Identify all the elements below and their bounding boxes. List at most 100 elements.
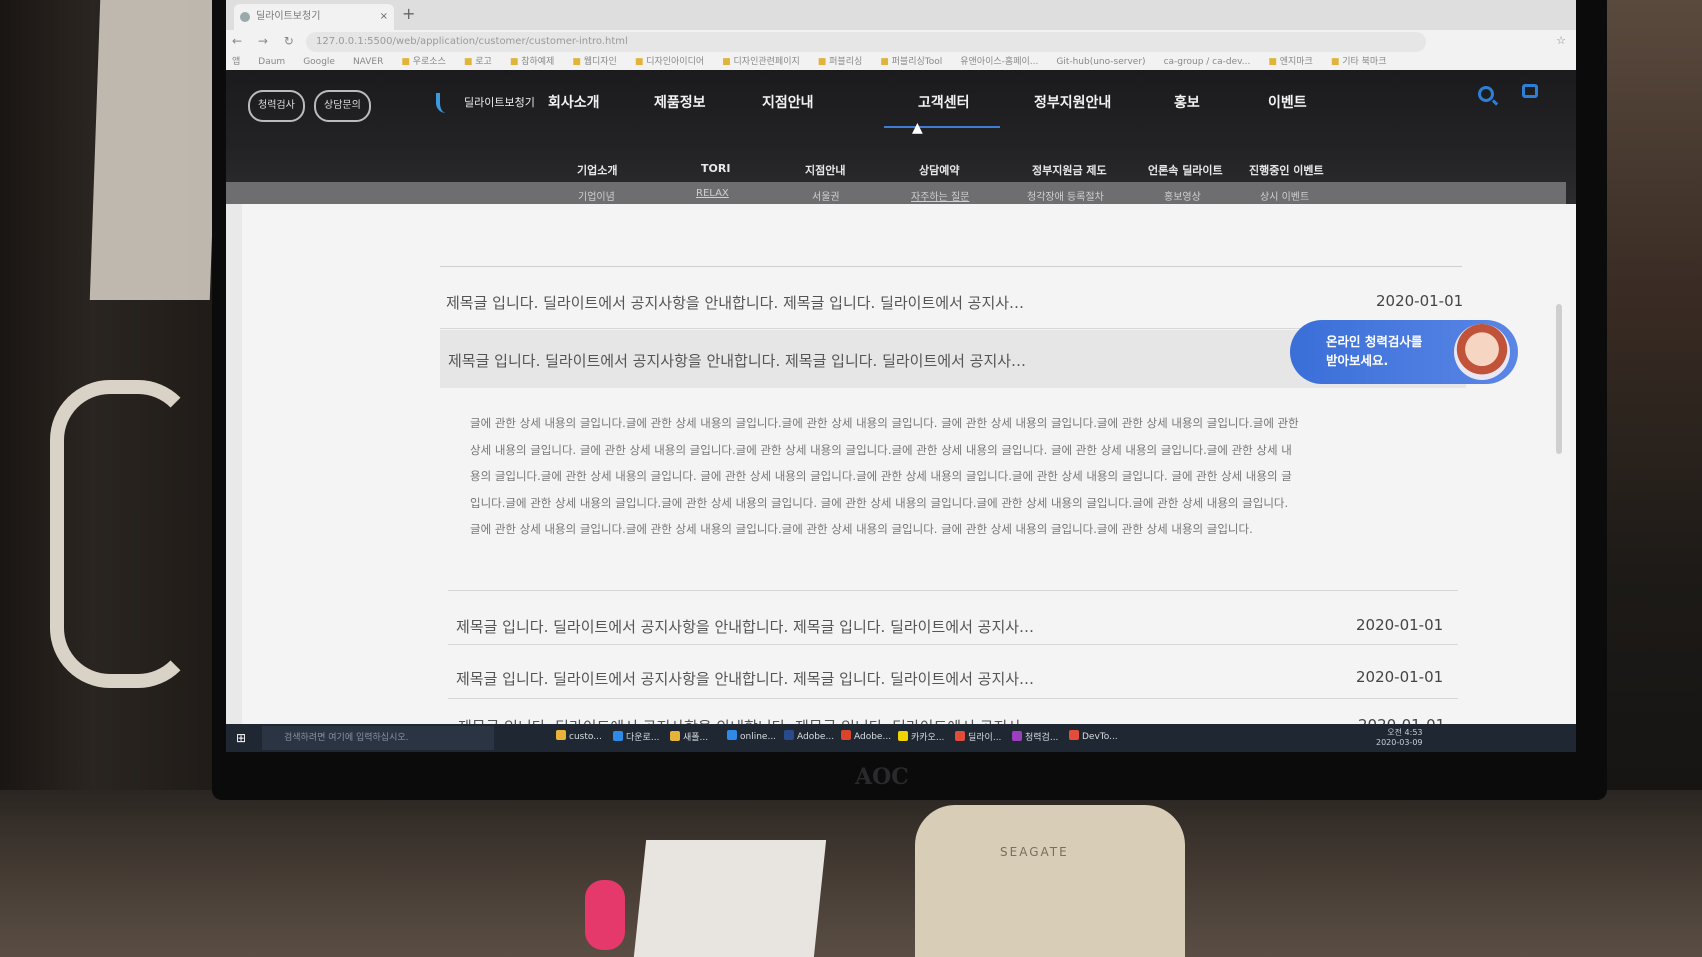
subnav2-regular-events[interactable]: 상시 이벤트	[1260, 188, 1309, 203]
chat-icon[interactable]	[1522, 84, 1538, 98]
bookmark-item[interactable]: 퍼블리싱Tool	[880, 57, 942, 67]
app-icon	[670, 731, 680, 741]
notice-date: 2020-01-01	[1356, 616, 1444, 634]
taskbar-app[interactable]: Adobe...	[784, 730, 834, 742]
subnav-company[interactable]: 기업소개	[577, 162, 617, 178]
bookmark-item[interactable]: 앱	[232, 57, 240, 67]
new-tab-button[interactable]: +	[402, 4, 415, 23]
bookmark-item[interactable]: Daum	[258, 57, 285, 67]
nav-products[interactable]: 제품정보	[654, 92, 706, 112]
desk	[0, 790, 1702, 957]
app-icon	[727, 730, 737, 740]
subnav-tori[interactable]: TORI	[701, 162, 730, 175]
url-field[interactable]: 127.0.0.1:5500/web/application/customer/…	[306, 32, 1426, 52]
nav-customer-center[interactable]: 고객센터	[918, 92, 970, 112]
close-tab-icon[interactable]: ×	[380, 4, 388, 30]
headphones	[50, 380, 198, 688]
nav-events[interactable]: 이벤트	[1268, 92, 1307, 112]
bookmark-item[interactable]: 디자인관련페이지	[722, 57, 800, 67]
case-brand: SEAGATE	[1000, 845, 1069, 859]
subnav2-faq[interactable]: 자주하는 질문	[911, 188, 969, 203]
app-icon	[841, 730, 851, 740]
bookmark-item[interactable]: Google	[303, 57, 335, 67]
notice-title: 제목글 입니다. 딜라이트에서 공지사항을 안내합니다. 제목글 입니다. 딜라…	[456, 618, 1035, 636]
bookmark-item[interactable]: 웹디자인	[572, 57, 617, 67]
taskbar-search[interactable]: 검색하려면 여기에 입력하십시오.	[262, 726, 494, 750]
browser-tab[interactable]: 딜라이트보청기 ×	[234, 4, 394, 30]
notice-title: 제목글 입니다. 딜라이트에서 공지사항을 안내합니다. 제목글 입니다. 딜라…	[448, 352, 1027, 370]
banner-line2: 받아보세요.	[1326, 353, 1389, 368]
bookmark-item[interactable]: 퍼블리싱	[818, 57, 863, 67]
taskbar: ⊞ 검색하려면 여기에 입력하십시오. custo... 다운로... 새폴... o…	[226, 724, 1576, 752]
consult-button[interactable]: 상담문의	[314, 90, 371, 122]
subnav-ongoing-events[interactable]: 진행중인 이벤트	[1249, 162, 1324, 178]
bookmark-item[interactable]: Git-hub(uno-server)	[1056, 57, 1145, 67]
search-icon[interactable]	[1478, 86, 1494, 102]
start-icon[interactable]: ⊞	[236, 731, 250, 745]
pink-object	[585, 880, 625, 950]
subnav2-registration[interactable]: 청각장애 등록절차	[1027, 188, 1104, 203]
drive-case	[915, 805, 1185, 957]
app-icon	[898, 731, 908, 741]
bookmark-item[interactable]: NAVER	[353, 57, 383, 67]
taskbar-app[interactable]: 카카오...	[898, 730, 944, 743]
taskbar-app[interactable]: 다운로...	[613, 730, 659, 743]
nav-pr[interactable]: 홍보	[1174, 92, 1200, 112]
bookmark-star-icon[interactable]: ☆	[1556, 34, 1566, 47]
app-icon	[556, 730, 566, 740]
app-icon	[1012, 731, 1022, 741]
tab-bar: 딜라이트보청기 × +	[226, 0, 1576, 30]
subnav-reservation[interactable]: 상담예약	[919, 162, 959, 178]
online-test-banner[interactable]: 온라인 청력검사를 받아보세요.	[1290, 320, 1518, 384]
taskbar-app[interactable]: 청력검...	[1012, 730, 1058, 743]
taskbar-app[interactable]: DevTo...	[1069, 730, 1118, 742]
page-scrollbar[interactable]	[1556, 304, 1562, 454]
counselor-avatar	[1454, 324, 1510, 380]
nav-buttons[interactable]: ← → ↻	[232, 34, 300, 48]
tab-title: 딜라이트보청기	[256, 11, 321, 22]
bookmark-item[interactable]: 로고	[464, 57, 492, 67]
list-top-line	[440, 266, 1462, 267]
subnav-gov-fund[interactable]: 정부지원금 제도	[1032, 162, 1107, 178]
notice-row[interactable]: 제목글 입니다. 딜라이트에서 공지사항을 안내합니다. 제목글 입니다. 딜라…	[456, 652, 1456, 704]
taskbar-app[interactable]: online...	[727, 730, 776, 742]
subnav-bar	[226, 182, 1566, 204]
taskbar-app[interactable]: Adobe...	[841, 730, 891, 742]
app-icon	[784, 730, 794, 740]
subnav2-video[interactable]: 홍보영상	[1164, 188, 1201, 203]
taskbar-app[interactable]: custo...	[556, 730, 602, 742]
wall-paper	[89, 0, 221, 300]
bookmark-item[interactable]: 유앤아이스-홈페이...	[960, 57, 1038, 67]
notice-title: 제목글 입니다. 딜라이트에서 공지사항을 안내합니다. 제목글 입니다. 딜라…	[446, 294, 1025, 312]
hearing-test-button[interactable]: 청력검사	[248, 90, 305, 122]
bookmark-item[interactable]: 참하예제	[510, 57, 555, 67]
subnav2-relax[interactable]: RELAX	[696, 188, 729, 199]
bookmark-item[interactable]: ca-group / ca-dev...	[1164, 57, 1251, 67]
bookmark-item[interactable]: 우로소스	[401, 57, 446, 67]
app-icon	[613, 731, 623, 741]
nav-company[interactable]: 회사소개	[548, 92, 600, 112]
subnav-branches[interactable]: 지점안내	[805, 162, 845, 178]
bookmark-item[interactable]: 기타 북마크	[1331, 57, 1387, 67]
monitor-brand: AOC	[855, 764, 909, 790]
taskbar-app[interactable]: 딜라이...	[955, 730, 1001, 743]
logo[interactable]: 딜라이트보청기	[436, 88, 535, 118]
notice-content: 제목글 입니다. 딜라이트에서 공지사항을 안내합니다. 제목글 입니다. 딜라…	[226, 204, 1576, 736]
favicon-icon	[240, 12, 250, 22]
clock[interactable]: 오전 4:53 2020-03-09	[1376, 728, 1423, 748]
nav-gov-support[interactable]: 정부지원안내	[1034, 92, 1111, 112]
banner-line1: 온라인 청력검사를	[1326, 334, 1423, 349]
bookmarks-bar: 앱 Daum Google NAVER 우로소스 로고 참하예제 웹디자인 디자인아이디어 디자인…	[226, 54, 1576, 70]
subnav2-seoul[interactable]: 서울권	[812, 188, 840, 203]
notice-detail-text: 글에 관한 상세 내용의 글입니다.글에 관한 상세 내용의 글입니다.글에 관…	[470, 416, 1299, 536]
bookmark-item[interactable]: 디자인아이디어	[635, 57, 704, 67]
subnav2-philosophy[interactable]: 기업이념	[578, 188, 615, 203]
subnav-press[interactable]: 언론속 딜라이트	[1148, 162, 1223, 178]
address-bar: ← → ↻ 127.0.0.1:5500/web/application/cus…	[226, 30, 1576, 54]
logo-mark-icon	[436, 93, 458, 113]
site-header: 청력검사 상담문의 딜라이트보청기 회사소개 제품정보 지점안내 고객센터 정부…	[226, 70, 1576, 204]
bookmark-item[interactable]: 엔지마크	[1268, 57, 1313, 67]
nav-branches[interactable]: 지점안내	[762, 92, 814, 112]
taskbar-app[interactable]: 새폴...	[670, 730, 708, 743]
active-nav-underline	[884, 126, 1000, 128]
